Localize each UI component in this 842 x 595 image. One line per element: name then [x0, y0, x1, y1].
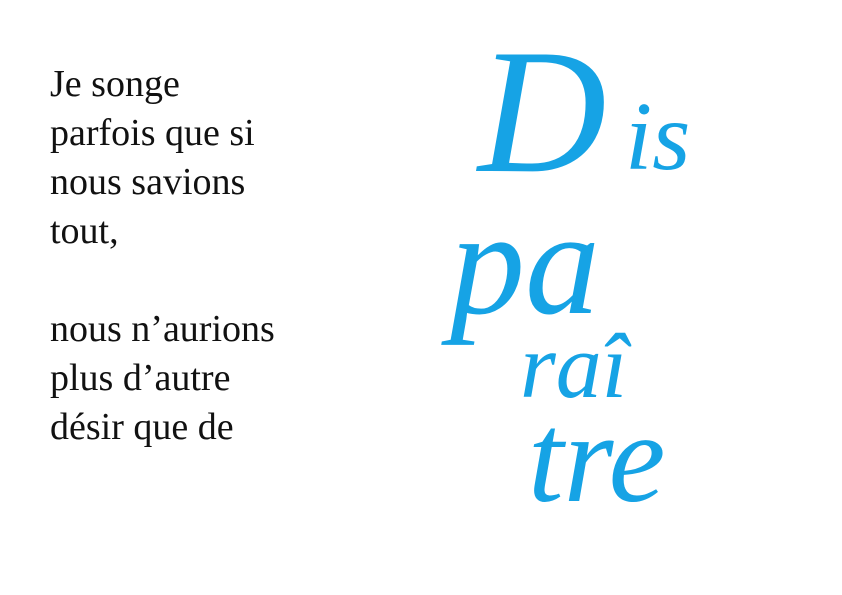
- poem-text: Je songe parfois que si nous savions tou…: [50, 60, 275, 452]
- poem-line-7: désir que de: [50, 406, 234, 448]
- poem-line-2: parfois que si: [50, 112, 255, 154]
- poem-line-5: nous n’aurions: [50, 308, 275, 350]
- title-part-d: D: [478, 12, 607, 210]
- poem-line-3: nous savions: [50, 161, 246, 203]
- poem-line-1: Je songe: [50, 63, 180, 105]
- title-part-tre: tre: [528, 387, 666, 529]
- title-part-is: is: [625, 83, 691, 191]
- poem-line-4: tout,: [50, 210, 119, 252]
- page: Je songe parfois que si nous savions tou…: [0, 0, 842, 595]
- stanza-gap: [50, 256, 275, 305]
- poem-line-6: plus d’autre: [50, 357, 231, 399]
